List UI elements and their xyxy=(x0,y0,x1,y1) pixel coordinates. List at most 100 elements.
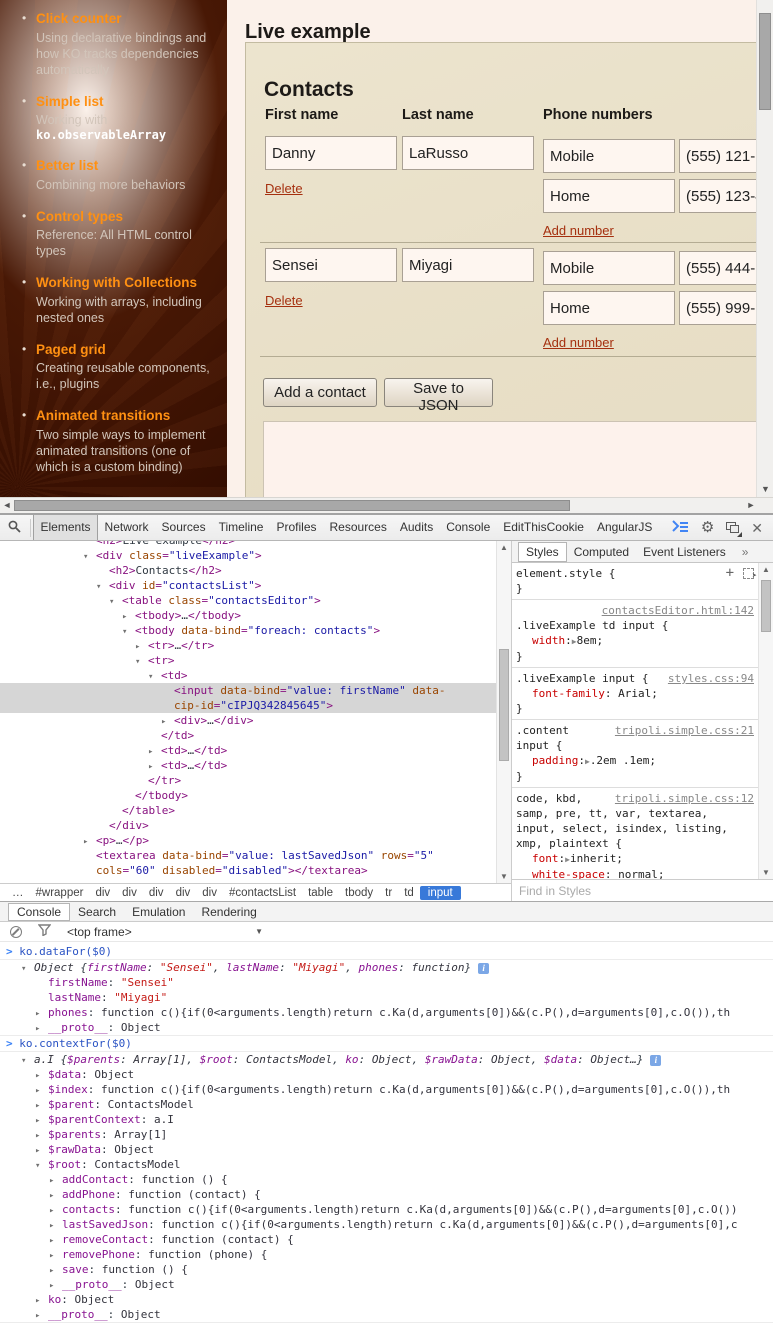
settings-gear-icon[interactable]: ⚙ xyxy=(701,520,714,535)
object-info-icon[interactable]: i xyxy=(650,1055,662,1066)
horizontal-scroll-thumb[interactable] xyxy=(14,500,570,511)
css-property[interactable]: padding:▶.2em .1em; xyxy=(516,753,754,769)
breadcrumb-item[interactable]: input xyxy=(419,885,461,900)
console-row[interactable]: ▸ $parentContext: a.I xyxy=(0,1112,773,1127)
console-row[interactable]: ▸ lastSavedJson: function c(){if(0<argume… xyxy=(0,1217,773,1232)
console-tab-search[interactable]: Search xyxy=(70,904,124,920)
console-tab-console[interactable]: Console xyxy=(8,902,71,921)
add-number-link[interactable]: Add number xyxy=(543,335,614,350)
console-row[interactable]: ▸ save: function () { xyxy=(0,1262,773,1277)
stylesheet-link[interactable]: contactsEditor.html:142 xyxy=(602,603,754,618)
css-property[interactable]: font-family: Arial; xyxy=(516,686,754,701)
devtools-tab-resources[interactable]: Resources xyxy=(323,515,393,540)
sidebar-example-link[interactable]: Working with Collections xyxy=(36,274,215,292)
filter-funnel-icon[interactable] xyxy=(37,924,52,939)
phone-type-input[interactable] xyxy=(543,139,675,173)
styles-tab-styles[interactable]: Styles xyxy=(518,541,567,562)
console-row[interactable]: ▸ removePhone: function (phone) { xyxy=(0,1247,773,1262)
delete-contact-link[interactable]: Delete xyxy=(265,181,303,196)
console-row[interactable]: ▸ removeContact: function (contact) { xyxy=(0,1232,773,1247)
sidebar-example-link[interactable]: Control types xyxy=(36,208,215,226)
more-tabs-icon[interactable]: » xyxy=(735,543,756,561)
console-row[interactable]: ▾ Object {firstName: "Sensei", lastName: … xyxy=(0,959,773,975)
add-contact-button[interactable]: Add a contact xyxy=(263,378,377,407)
css-property[interactable]: white-space: normal; xyxy=(516,867,754,879)
last-name-input[interactable] xyxy=(402,248,534,282)
last-saved-json-textarea[interactable] xyxy=(263,421,756,497)
close-devtools-icon[interactable]: ✕ xyxy=(751,521,763,535)
scroll-up-arrow[interactable]: ▲ xyxy=(759,563,773,576)
first-name-input[interactable] xyxy=(265,136,397,170)
sidebar-example-link[interactable]: Better list xyxy=(36,157,215,175)
stylesheet-link[interactable]: tripoli.simple.css:21 xyxy=(615,723,754,738)
expand-arrow-icon[interactable]: ▸ xyxy=(35,1309,48,1324)
phone-number-input[interactable] xyxy=(679,291,756,325)
vertical-scroll-thumb[interactable] xyxy=(759,13,771,110)
show-drawer-icon[interactable] xyxy=(672,520,689,535)
phone-number-input[interactable] xyxy=(679,251,756,285)
dom-tree-row[interactable]: <h2>Contacts</h2> xyxy=(0,563,496,578)
breadcrumb-item[interactable]: div xyxy=(143,887,170,899)
devtools-tab-timeline[interactable]: Timeline xyxy=(212,515,270,540)
sidebar-example-link[interactable]: Simple list xyxy=(36,93,215,111)
phone-type-input[interactable] xyxy=(543,179,675,213)
breadcrumb-item[interactable]: #wrapper xyxy=(30,887,90,899)
clear-console-icon[interactable] xyxy=(10,925,22,938)
first-name-input[interactable] xyxy=(265,248,397,282)
dom-tree-row[interactable]: ▾ <tbody data-bind="foreach: contacts"> xyxy=(0,623,496,638)
object-info-icon[interactable]: i xyxy=(478,963,490,974)
scroll-down-arrow[interactable]: ▼ xyxy=(757,482,773,496)
console-row[interactable]: ▸ addPhone: function (contact) { xyxy=(0,1187,773,1202)
element-state-icon[interactable] xyxy=(743,568,757,583)
scroll-down-arrow[interactable]: ▼ xyxy=(497,870,511,883)
frame-selector-dropdown[interactable]: <top frame> ▼ xyxy=(67,925,263,939)
devtools-tab-audits[interactable]: Audits xyxy=(393,515,439,540)
breadcrumb-item[interactable]: div xyxy=(116,887,143,899)
styles-scrollbar[interactable]: ▲ ▼ xyxy=(758,563,773,879)
dom-tree-row[interactable]: ▸ <tbody>…</tbody> xyxy=(0,608,496,623)
console-row[interactable]: ▸ $index: function c(){if(0<arguments.len… xyxy=(0,1082,773,1097)
save-to-json-button[interactable]: Save to JSON xyxy=(384,378,493,414)
console-row[interactable]: ▾ $root: ContactsModel xyxy=(0,1157,773,1172)
console-row[interactable]: ▸ addContact: function () { xyxy=(0,1172,773,1187)
phone-type-input[interactable] xyxy=(543,251,675,285)
devtools-tab-elements[interactable]: Elements xyxy=(33,515,99,540)
dom-tree-row[interactable]: ▸ <p>…</p> xyxy=(0,833,496,848)
dom-tree-row[interactable]: </td> xyxy=(0,728,496,743)
console-row[interactable]: ▾ a.I {$parents: Array[1], $root: Contact… xyxy=(0,1051,773,1067)
console-row[interactable]: ▸ $parent: ContactsModel xyxy=(0,1097,773,1112)
elements-scrollbar[interactable]: ▲ ▼ xyxy=(496,541,511,883)
console-row[interactable]: ▸ phones: function c(){if(0<arguments.len… xyxy=(0,1005,773,1020)
scroll-left-arrow[interactable]: ◄ xyxy=(0,498,14,514)
console-row[interactable]: ▸ $rawData: Object xyxy=(0,1142,773,1157)
scroll-down-arrow[interactable]: ▼ xyxy=(759,866,773,879)
console-row[interactable]: ▸ __proto__: Object xyxy=(0,1020,773,1035)
phone-type-input[interactable] xyxy=(543,291,675,325)
breadcrumb-item[interactable]: #contactsList xyxy=(223,887,302,899)
breadcrumb-item[interactable]: div xyxy=(196,887,223,899)
breadcrumb-item[interactable]: tr xyxy=(379,887,398,899)
styles-tab-event-listeners[interactable]: Event Listeners xyxy=(636,543,733,561)
elements-scroll-thumb[interactable] xyxy=(499,649,509,761)
css-property[interactable]: font:▶inherit; xyxy=(516,851,754,867)
dom-tree-row[interactable]: ▾ <div class="liveExample"> xyxy=(0,548,496,563)
sidebar-example-link[interactable]: Animated transitions xyxy=(36,407,215,425)
dom-tree-row[interactable]: <textarea data-bind="value: lastSavedJso… xyxy=(0,848,496,863)
expand-arrow-icon[interactable]: ▸ xyxy=(35,1022,48,1037)
sidebar-example-link[interactable]: Paged grid xyxy=(36,341,215,359)
dom-tree-row[interactable]: ▸ <td>…</td> xyxy=(0,743,496,758)
devtools-tab-editthiscookie[interactable]: EditThisCookie xyxy=(497,515,591,540)
delete-contact-link[interactable]: Delete xyxy=(265,293,303,308)
scroll-right-arrow[interactable]: ► xyxy=(744,498,758,514)
dom-tree-row[interactable]: </table> xyxy=(0,803,496,818)
devtools-tab-sources[interactable]: Sources xyxy=(155,515,212,540)
dom-tree-row[interactable]: cols="60" disabled="disabled"></textarea… xyxy=(0,863,496,878)
devtools-tab-console[interactable]: Console xyxy=(440,515,497,540)
console-row[interactable]: ▸ __proto__: Object xyxy=(0,1277,773,1292)
sidebar-example-link[interactable]: Click counter xyxy=(36,10,215,28)
dom-tree-row[interactable]: ▾ <div id="contactsList"> xyxy=(0,578,496,593)
breadcrumb-item[interactable]: … xyxy=(6,887,30,899)
css-property[interactable]: width:▶8em; xyxy=(516,633,754,649)
console-row[interactable]: ▸ contacts: function c(){if(0<arguments.l… xyxy=(0,1202,773,1217)
dom-tree-row[interactable]: ▸ <td>…</td> xyxy=(0,758,496,773)
